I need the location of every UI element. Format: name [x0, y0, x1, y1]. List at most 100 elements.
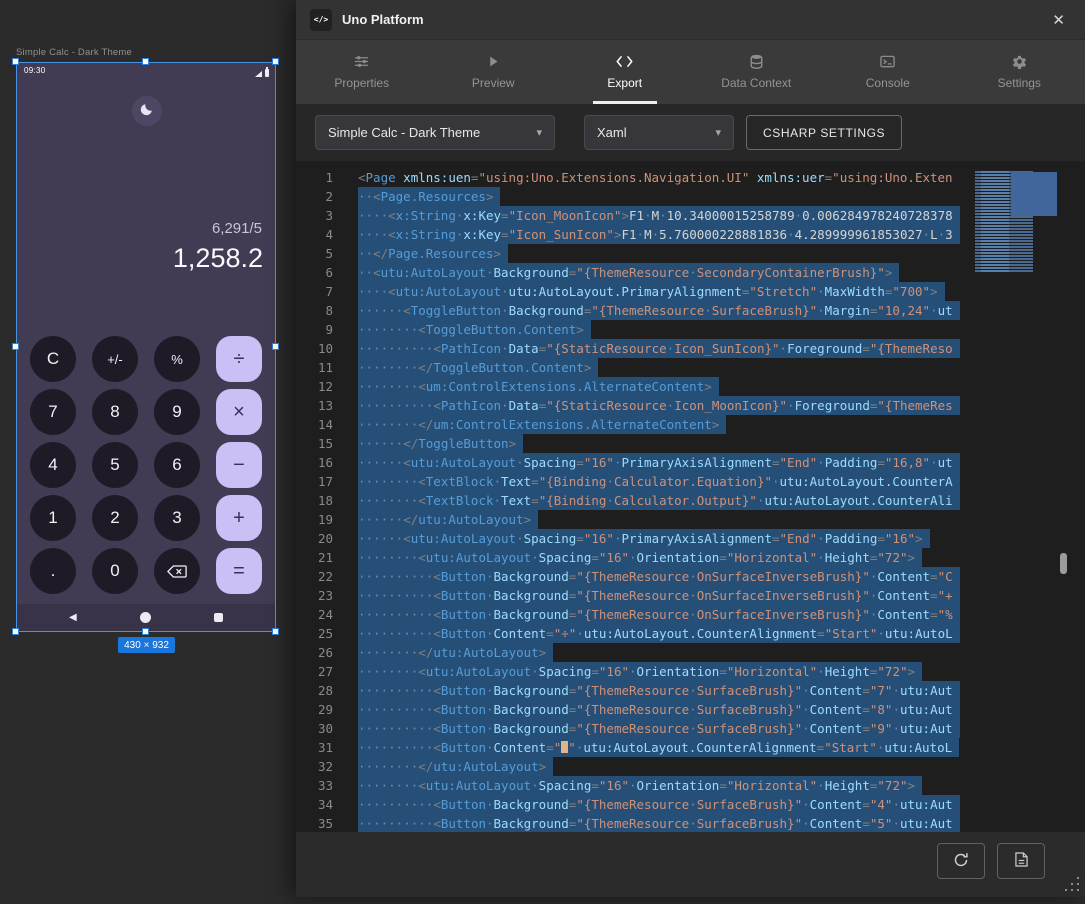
tab-export[interactable]: Export — [559, 40, 691, 104]
code-line[interactable]: ········</um:ControlExtensions.Alternate… — [358, 415, 968, 434]
code-line[interactable]: ····<x:String·x:Key="Icon_SunIcon">F1·M·… — [358, 225, 968, 244]
key-+/-[interactable]: +/- — [92, 336, 138, 382]
minimap[interactable] — [975, 168, 1057, 828]
code-line[interactable]: ········<TextBlock·Text="{Binding·Calcul… — [358, 472, 968, 491]
line-number: 24 — [296, 605, 333, 624]
close-icon[interactable]: ✕ — [1052, 11, 1065, 29]
code-line[interactable]: ········</ToggleButton.Content> — [358, 358, 968, 377]
key-%[interactable]: % — [154, 336, 200, 382]
code-line[interactable]: ········<utu:AutoLayout·Spacing="16"·Ori… — [358, 776, 968, 795]
nav-home-icon[interactable] — [140, 612, 151, 623]
code-line[interactable]: ··········<Button·Background="{ThemeReso… — [358, 567, 968, 586]
code-line[interactable]: ··········<PathIcon·Data="{StaticResourc… — [358, 339, 968, 358]
window-title: Uno Platform — [342, 12, 424, 27]
key-=[interactable]: = — [216, 548, 262, 594]
format-select-value: Xaml — [597, 125, 627, 140]
key-.[interactable]: . — [30, 548, 76, 594]
code-line[interactable]: ········<um:ControlExtensions.AlternateC… — [358, 377, 968, 396]
code-line[interactable]: ··········<Button·Background="{ThemeReso… — [358, 795, 968, 814]
key-2[interactable]: 2 — [92, 495, 138, 541]
key-C[interactable]: C — [30, 336, 76, 382]
line-numbers: 1234567891011121314151617181920212223242… — [296, 168, 333, 832]
tab-console[interactable]: Console — [822, 40, 954, 104]
code-line[interactable]: ······<utu:AutoLayout·Spacing="16"·Prima… — [358, 453, 968, 472]
code-line[interactable]: ··········<Button·Content=""·utu:AutoLay… — [358, 738, 968, 757]
selection-handle-mid-right[interactable] — [272, 343, 279, 350]
refresh-button[interactable] — [937, 843, 985, 879]
selection-handle-bottom-right[interactable] — [272, 628, 279, 635]
key-8[interactable]: 8 — [92, 389, 138, 435]
csharp-settings-button[interactable]: CSHARP SETTINGS — [746, 115, 902, 150]
code-line[interactable]: ··········<Button·Background="{ThemeReso… — [358, 814, 968, 832]
code-line[interactable]: ··········<Button·Content="÷"·utu:AutoLa… — [358, 624, 968, 643]
key-−[interactable]: − — [216, 442, 262, 488]
uno-logo: </> — [310, 9, 332, 31]
code-line[interactable]: ········</utu:AutoLayout> — [358, 643, 968, 662]
format-select[interactable]: Xaml ▾ — [584, 115, 734, 150]
code-line[interactable]: ··········<Button·Background="{ThemeReso… — [358, 681, 968, 700]
page-select[interactable]: Simple Calc - Dark Theme ▾ — [315, 115, 555, 150]
code-line[interactable]: ··········<Button·Background="{ThemeReso… — [358, 719, 968, 738]
code-line[interactable]: ··<Page.Resources> — [358, 187, 968, 206]
code-line[interactable]: ··········<Button·Background="{ThemeReso… — [358, 700, 968, 719]
key-×[interactable]: × — [216, 389, 262, 435]
tab-preview[interactable]: Preview — [428, 40, 560, 104]
line-number: 29 — [296, 700, 333, 719]
selection-handle-top-right[interactable] — [272, 58, 279, 65]
code-line[interactable]: <Page xmlns:uen="using:Uno.Extensions.Na… — [358, 168, 968, 187]
key-1[interactable]: 1 — [30, 495, 76, 541]
key-9[interactable]: 9 — [154, 389, 200, 435]
line-number: 31 — [296, 738, 333, 757]
chevron-down-icon: ▾ — [536, 126, 542, 139]
key-4[interactable]: 4 — [30, 442, 76, 488]
selection-handle-top-left[interactable] — [12, 58, 19, 65]
line-number: 11 — [296, 358, 333, 377]
key-7[interactable]: 7 — [30, 389, 76, 435]
selection-handle-top-mid[interactable] — [142, 58, 149, 65]
code-line[interactable]: ··········<PathIcon·Data="{StaticResourc… — [358, 396, 968, 415]
key-5[interactable]: 5 — [92, 442, 138, 488]
selection-handle-mid-left[interactable] — [12, 343, 19, 350]
key-+[interactable]: + — [216, 495, 262, 541]
line-number: 34 — [296, 795, 333, 814]
tab-settings[interactable]: Settings — [954, 40, 1085, 104]
nav-back-icon[interactable]: ◀ — [69, 613, 77, 623]
tab-data-context[interactable]: Data Context — [691, 40, 823, 104]
code-line[interactable]: ········<TextBlock·Text="{Binding·Calcul… — [358, 491, 968, 510]
line-number: 4 — [296, 225, 333, 244]
code-line[interactable]: ··</Page.Resources> — [358, 244, 968, 263]
resize-grip[interactable] — [1057, 869, 1083, 895]
code-line[interactable]: ········<ToggleButton.Content> — [358, 320, 968, 339]
key-÷[interactable]: ÷ — [216, 336, 262, 382]
key-6[interactable]: 6 — [154, 442, 200, 488]
phone-artboard[interactable]: 09:30 6,291/5 1,258.2 C+/-%÷789×456−123+… — [16, 62, 276, 632]
signal-icon — [255, 71, 262, 77]
code-line[interactable]: ··········<Button·Background="{ThemeReso… — [358, 586, 968, 605]
selection-handle-bottom-mid[interactable] — [142, 628, 149, 635]
file-icon — [1015, 852, 1028, 870]
line-number: 25 — [296, 624, 333, 643]
key-3[interactable]: 3 — [154, 495, 200, 541]
scrollbar-thumb[interactable] — [1060, 553, 1067, 574]
code-line[interactable]: ······</ToggleButton> — [358, 434, 968, 453]
selection-handle-bottom-left[interactable] — [12, 628, 19, 635]
tab-properties[interactable]: Properties — [296, 40, 428, 104]
code-line[interactable]: ········<utu:AutoLayout·Spacing="16"·Ori… — [358, 548, 968, 567]
code-line[interactable]: ····<utu:AutoLayout·utu:AutoLayout.Prima… — [358, 282, 968, 301]
code-line[interactable]: ··<utu:AutoLayout·Background="{ThemeReso… — [358, 263, 968, 282]
code-editor[interactable]: 1234567891011121314151617181920212223242… — [296, 161, 1085, 832]
line-number: 14 — [296, 415, 333, 434]
export-file-button[interactable] — [997, 843, 1045, 879]
code-line[interactable]: ··········<Button·Background="{ThemeReso… — [358, 605, 968, 624]
nav-recents-icon[interactable] — [214, 613, 223, 622]
code-line[interactable]: ········<utu:AutoLayout·Spacing="16"·Ori… — [358, 662, 968, 681]
code-line[interactable]: ······<ToggleButton·Background="{ThemeRe… — [358, 301, 968, 320]
code-line[interactable]: ····<x:String·x:Key="Icon_MoonIcon">F1·M… — [358, 206, 968, 225]
key-0[interactable]: 0 — [92, 548, 138, 594]
code-line[interactable]: ········</utu:AutoLayout> — [358, 757, 968, 776]
key-backspace[interactable] — [154, 548, 200, 594]
titlebar[interactable]: </> Uno Platform ✕ — [296, 0, 1085, 40]
code-line[interactable]: ······</utu:AutoLayout> — [358, 510, 968, 529]
theme-toggle-button[interactable] — [132, 96, 162, 126]
code-line[interactable]: ······<utu:AutoLayout·Spacing="16"·Prima… — [358, 529, 968, 548]
